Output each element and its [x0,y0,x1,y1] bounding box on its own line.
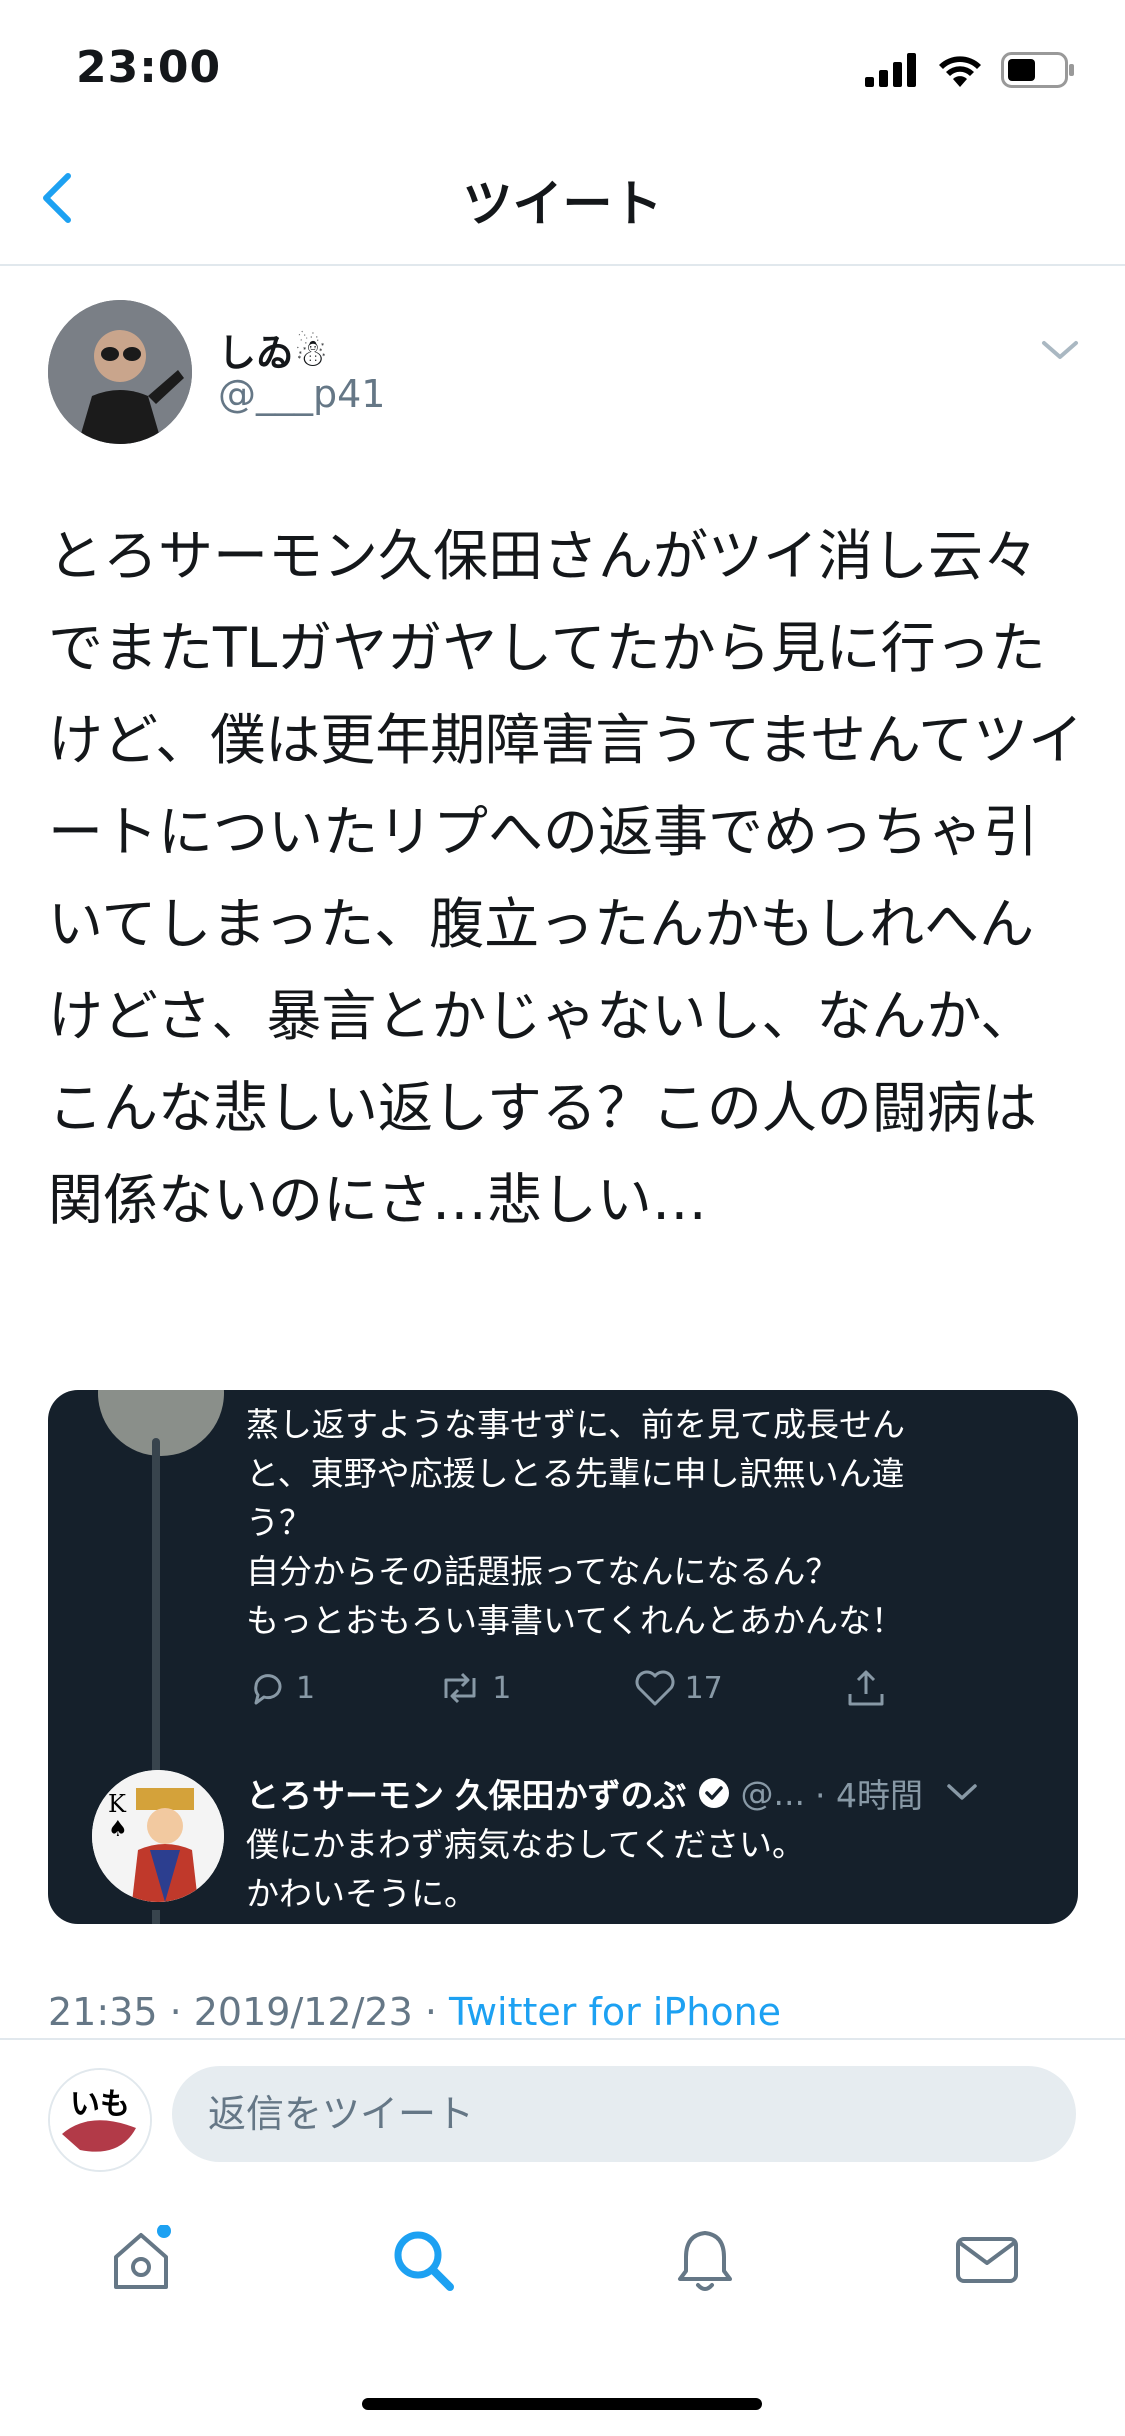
chevron-down-icon [1042,341,1078,359]
king-of-spades-icon: K ♠ [92,1770,224,1902]
embedded-author-avatar: K ♠ [92,1770,224,1902]
embedded-name-row: とろサーモン 久保田かずのぶ @... · 4時間 [246,1768,1056,1818]
tab-messages[interactable] [952,2225,1022,2295]
sweet-potato-avatar-icon: いも [50,2070,150,2170]
status-time: 23:00 [76,42,222,93]
retweet-icon [444,1672,476,1704]
tweet-menu-button[interactable] [1040,335,1080,365]
home-icon [114,2224,171,2289]
wifi-icon [939,56,981,87]
embedded-action-bar: 1 1 17 [248,1660,888,1716]
embedded-screenshot[interactable]: 蒸し返すような事せずに、前を見て成長せん と、東野や応援しとる先輩に申し訳無いん… [48,1390,1078,1924]
reply-action: 1 [248,1668,315,1708]
page-title: ツイート [462,175,663,233]
reply-line: う？ [246,1503,312,1542]
home-indicator[interactable] [362,2398,762,2410]
svg-text:K: K [108,1790,127,1818]
tweet-text: とろサーモン久保田さんがツイ消し云々でまたTLガヤガヤしてたから見に行ったけど、… [48,524,1084,1232]
embedded-author-name: とろサーモン 久保田かずのぶ [246,1776,687,1815]
reply-line: 蒸し返すような事せずに、前を見て成長せん [246,1405,906,1444]
tweet-timestamp: 21:35 · 2019/12/23 · [48,1990,450,2034]
author-avatar[interactable] [48,300,192,444]
reply-icon [254,1674,282,1705]
reply-line: 僕にかまわず病気なおしてください。 [246,1825,806,1864]
status-icons [865,50,1075,90]
mail-icon [956,2237,1018,2283]
reply-line: 自分からその話題振ってなんになるん？ [246,1552,839,1591]
chevron-down-icon [947,1784,977,1800]
embedded-author-handle: @... [740,1773,805,1813]
signal-icon [865,53,916,87]
reply-line: かわいそうに。 [246,1874,477,1913]
svg-text:♠: ♠ [108,1817,128,1842]
tweet-meta: 21:35 · 2019/12/23 · Twitter for iPhone [48,1990,781,2034]
reply-line: もっとおもろい事書いてくれんとあかんな！ [246,1601,905,1640]
retweet-action: 1 [436,1668,511,1708]
svg-text:いも: いも [70,2087,130,2122]
heart-icon [635,1670,675,1706]
retweet-count: 1 [492,1670,512,1706]
search-icon [394,2231,454,2291]
tab-home[interactable] [106,2224,176,2295]
reply-input[interactable] [172,2066,1076,2162]
embedded-reply-text: 蒸し返すような事せずに、前を見て成長せん と、東野や応援しとる先輩に申し訳無いん… [246,1400,1006,1645]
tweet-source-link[interactable]: Twitter for iPhone [449,1990,781,2034]
embedded-time: · 4時間 [814,1776,923,1815]
battery-icon [1001,52,1074,88]
bell-icon [678,2231,732,2291]
reply-count: 1 [296,1670,316,1706]
my-avatar[interactable]: いも [48,2068,152,2172]
like-count: 17 [684,1670,723,1706]
author-name[interactable]: しゐ☃ [218,322,328,377]
share-icon [848,1670,884,1706]
embedded-top-avatar [98,1390,224,1456]
thread-line [152,1438,160,1778]
like-action: 17 [633,1668,723,1708]
avatar-photo-icon [48,300,192,444]
reply-line: と、東野や応援しとる先輩に申し訳無いん違 [246,1454,905,1493]
author-handle[interactable]: @___p41 [218,372,385,416]
tab-notifications[interactable] [670,2225,740,2295]
share-action [844,1666,888,1710]
embedded-author-reply: 僕にかまわず病気なおしてください。 かわいそうに。 [246,1820,1026,1918]
thread-line [152,1910,160,1924]
tab-search[interactable] [388,2225,458,2295]
verified-badge-icon [698,1778,729,1808]
